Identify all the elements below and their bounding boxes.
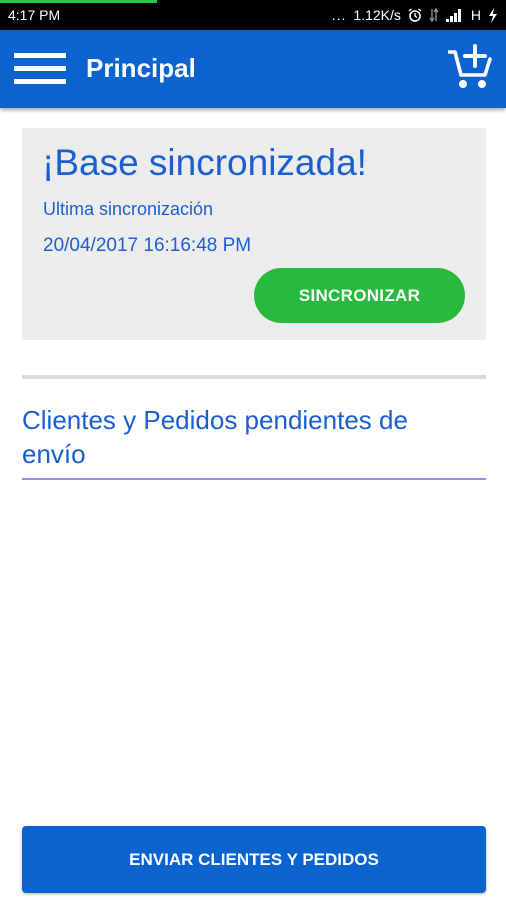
add-to-cart-icon[interactable] [447,44,492,90]
app-bar: Principal [0,30,506,108]
last-sync-date: 20/04/2017 16:16:48 PM [43,235,252,256]
page-title: Principal [86,53,196,83]
section-divider [22,375,486,379]
sync-button[interactable]: SINCRONIZAR [254,268,465,323]
pending-section-underline [22,478,486,480]
pending-section-title: Clientes y Pedidos pendientes de envío [22,405,408,469]
hamburger-menu-icon[interactable] [14,50,66,88]
network-type: H [470,7,481,23]
send-clients-orders-button[interactable]: ENVIAR CLIENTES Y PEDIDOS [22,826,486,893]
status-dots: ... [331,7,347,23]
status-bar: 4:17 PM ... 1.12K/s H [0,0,506,30]
last-sync-label: Ultima sincronización [43,199,214,219]
download-progress-bar [0,0,157,3]
sync-status-title: ¡Base sincronizada! [42,142,367,183]
alarm-icon [408,8,422,22]
signal-icon [445,8,464,22]
sync-status-card: ¡Base sincronizada! Ultima sincronizació… [22,128,486,340]
data-transfer-icon [429,8,439,22]
status-icons: ... 1.12K/s H [332,7,498,23]
battery-charging-icon [488,7,498,23]
network-speed: 1.12K/s [353,7,401,23]
status-time: 4:17 PM [8,7,61,23]
